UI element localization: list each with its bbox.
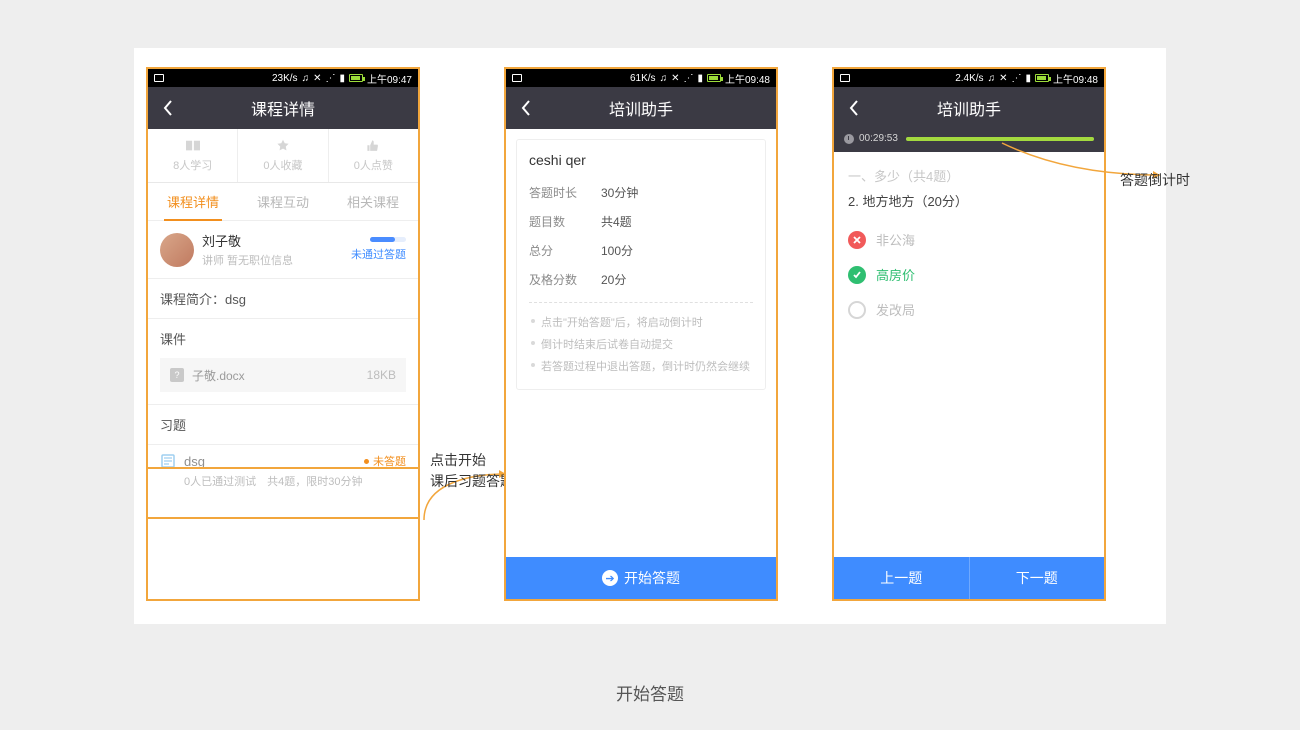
radio-empty-icon	[848, 301, 866, 319]
quiz-name: ceshi qer	[529, 152, 753, 168]
nav-bar: 课程详情	[148, 87, 418, 129]
tab-detail[interactable]: 课程详情	[148, 183, 238, 220]
page-title: 培训助手	[937, 96, 1001, 120]
countdown-text: 00:29:53	[859, 133, 898, 144]
signal-icon: ▮	[1025, 73, 1031, 84]
course-intro: 课程简介：dsg	[148, 279, 418, 319]
next-button[interactable]: 下一题	[970, 557, 1105, 599]
no-sound-icon: ✕	[671, 73, 679, 84]
no-sound-icon: ✕	[999, 73, 1007, 84]
phone-quiz-intro: 61K/s ♫ ✕ ⋰ ▮ 上午09:48 培训助手 ceshi qer 答题时…	[504, 67, 778, 601]
clock-icon	[844, 134, 854, 144]
quiz-subtext: 0人已通过测试 共4题，限时30分钟	[184, 473, 406, 489]
section-courseware: 课件	[148, 319, 418, 358]
progress-bar	[370, 237, 406, 242]
file-icon: ?	[170, 368, 184, 382]
option-1[interactable]: 非公海	[834, 222, 1104, 257]
stat-like[interactable]: 0人点赞	[328, 129, 418, 182]
net-speed: 2.4K/s	[955, 73, 983, 84]
back-button[interactable]	[844, 93, 864, 123]
cross-icon	[848, 231, 866, 249]
back-button[interactable]	[158, 93, 178, 123]
battery-icon	[707, 74, 721, 82]
signal-icon: ▮	[697, 73, 703, 84]
page-title: 培训助手	[609, 96, 673, 120]
status-bar: 61K/s ♫ ✕ ⋰ ▮ 上午09:48	[506, 69, 776, 87]
file-row[interactable]: ? 子敬.docx 18KB	[160, 358, 406, 392]
stat-study[interactable]: 8人学习	[148, 129, 237, 182]
thumb-icon	[364, 139, 382, 153]
clock-text: 上午09:47	[367, 71, 412, 86]
row-pass: 及格分数20分	[529, 265, 753, 294]
nav-buttons: 上一题 下一题	[834, 557, 1104, 599]
countdown-progress	[906, 137, 1094, 141]
check-icon	[848, 266, 866, 284]
no-sound-icon: ✕	[313, 73, 321, 84]
instructor-name: 刘子敬	[202, 231, 351, 250]
quiz-info-card: ceshi qer 答题时长30分钟 题目数共4题 总分100分 及格分数20分…	[516, 139, 766, 390]
row-total: 总分100分	[529, 236, 753, 265]
net-speed: 23K/s	[272, 73, 298, 84]
gallery-icon	[154, 74, 164, 82]
exam-status: 未通过答题	[351, 246, 406, 262]
quiz-icon	[160, 453, 176, 469]
phone-course-detail: 23K/s ♫ ✕ ⋰ ▮ 上午09:47 课程详情 8人学习 0人收藏 0人点…	[146, 67, 420, 601]
nav-bar: 培训助手	[506, 87, 776, 129]
headset-icon: ♫	[660, 73, 668, 84]
back-button[interactable]	[516, 93, 536, 123]
page-title: 课程详情	[251, 96, 315, 120]
book-icon	[184, 139, 202, 153]
wifi-icon: ⋰	[325, 73, 335, 84]
headset-icon: ♫	[302, 73, 310, 84]
phone-quiz-answer: 2.4K/s ♫ ✕ ⋰ ▮ 上午09:48 培训助手 00:29:53 一、多…	[832, 67, 1106, 601]
option-3[interactable]: 发改局	[834, 292, 1104, 327]
quiz-row[interactable]: dsg 未答题 0人已通过测试 共4题，限时30分钟	[148, 444, 418, 501]
option-2[interactable]: 高房价	[834, 257, 1104, 292]
battery-icon	[1035, 74, 1049, 82]
net-speed: 61K/s	[630, 73, 656, 84]
row-duration: 答题时长30分钟	[529, 178, 753, 207]
prev-button[interactable]: 上一题	[834, 557, 970, 599]
wifi-icon: ⋰	[683, 73, 693, 84]
nav-bar: 培训助手	[834, 87, 1104, 129]
row-count: 题目数共4题	[529, 207, 753, 236]
arrow-right-icon: ➔	[602, 570, 618, 586]
headset-icon: ♫	[988, 73, 996, 84]
stat-fav[interactable]: 0人收藏	[237, 129, 327, 182]
star-icon	[274, 139, 292, 153]
stats-row: 8人学习 0人收藏 0人点赞	[148, 129, 418, 183]
avatar	[160, 233, 194, 267]
clock-text: 上午09:48	[725, 71, 770, 86]
section-quiz: 习题	[148, 404, 418, 444]
tip-item: 点击"开始答题"后，将启动倒计时	[529, 311, 753, 333]
section-head: 一、多少（共4题）	[834, 152, 1104, 191]
annotation-countdown: 答题倒计时	[1120, 170, 1190, 191]
start-quiz-button[interactable]: ➔ 开始答题	[506, 557, 776, 599]
gallery-icon	[840, 74, 850, 82]
tip-item: 倒计时结束后试卷自动提交	[529, 333, 753, 355]
battery-icon	[349, 74, 363, 82]
status-bar: 23K/s ♫ ✕ ⋰ ▮ 上午09:47	[148, 69, 418, 87]
question-text: 2. 地方地方（20分）	[834, 191, 1104, 222]
file-size: 18KB	[367, 368, 396, 382]
instructor-row[interactable]: 刘子敬 讲师 暂无职位信息 未通过答题	[148, 221, 418, 279]
tab-related[interactable]: 相关课程	[328, 183, 418, 220]
instructor-sub: 讲师 暂无职位信息	[202, 252, 351, 268]
quiz-status: 未答题	[364, 453, 406, 469]
tab-interact[interactable]: 课程互动	[238, 183, 328, 220]
figure-caption: 开始答题	[0, 680, 1300, 705]
tabs: 课程详情 课程互动 相关课程	[148, 183, 418, 221]
gallery-icon	[512, 74, 522, 82]
tip-item: 若答题过程中退出答题，倒计时仍然会继续	[529, 355, 753, 377]
file-name: 子敬.docx	[192, 367, 367, 384]
countdown-bar: 00:29:53	[834, 129, 1104, 152]
status-bar: 2.4K/s ♫ ✕ ⋰ ▮ 上午09:48	[834, 69, 1104, 87]
wifi-icon: ⋰	[1011, 73, 1021, 84]
quiz-title: dsg	[184, 454, 364, 469]
clock-text: 上午09:48	[1053, 71, 1098, 86]
signal-icon: ▮	[339, 73, 345, 84]
tips-list: 点击"开始答题"后，将启动倒计时 倒计时结束后试卷自动提交 若答题过程中退出答题…	[529, 311, 753, 377]
